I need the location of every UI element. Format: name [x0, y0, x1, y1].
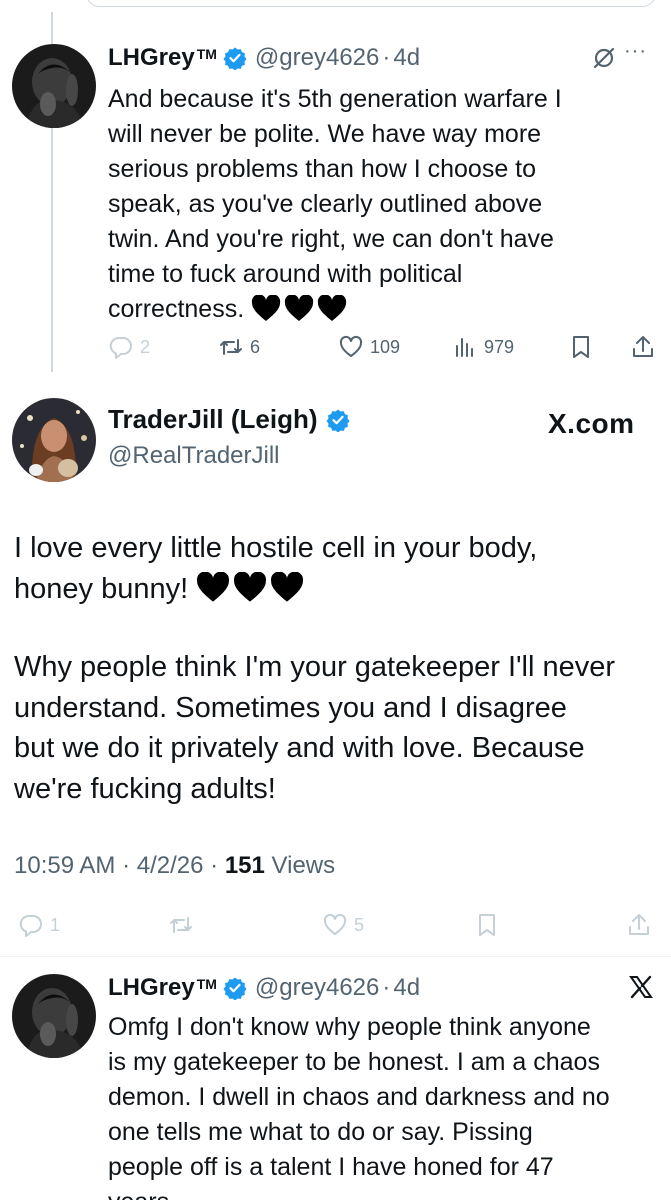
avatar-lhgrey[interactable] — [12, 974, 96, 1058]
reply-count: 1 — [50, 914, 61, 935]
avatar-lhgrey[interactable] — [12, 44, 96, 128]
bookmark-icon — [573, 336, 589, 358]
black-heart-emoji — [196, 571, 230, 603]
bookmark-button[interactable] — [474, 912, 500, 938]
separator: · — [122, 852, 131, 879]
divider — [0, 956, 671, 957]
reply-icon — [109, 336, 132, 359]
display-name[interactable]: TraderJill (Leigh) — [108, 404, 318, 435]
main-author-row: TraderJill (Leigh) — [108, 404, 358, 435]
views-icon — [456, 338, 473, 357]
verified-badge-icon — [326, 408, 350, 432]
bookmark-icon — [479, 914, 495, 936]
like-button[interactable]: 5 — [322, 912, 364, 938]
verified-badge-icon — [223, 46, 247, 70]
share-button[interactable] — [626, 912, 652, 938]
previous-tweet-card — [86, 0, 656, 7]
grok-icon[interactable] — [592, 46, 616, 75]
black-heart-emoji — [251, 295, 281, 322]
more-icon[interactable]: ··· — [624, 40, 647, 63]
heart-icon — [339, 335, 363, 357]
reply-icon — [19, 914, 42, 937]
separator: · — [210, 852, 219, 879]
source-badge: X.com — [548, 408, 635, 439]
black-heart-emoji — [270, 571, 304, 603]
reply-button[interactable]: 1 — [18, 912, 60, 938]
black-heart-emoji — [284, 295, 314, 322]
reply-count: 2 — [140, 336, 151, 357]
like-count: 5 — [354, 914, 365, 935]
heart-icon — [323, 913, 347, 935]
like-button[interactable]: 109 — [338, 334, 400, 360]
reply-button[interactable]: 2 — [108, 334, 150, 360]
main-paragraph-2: Why people think I'm your gatekeeper I'l… — [14, 651, 616, 805]
share-button[interactable] — [630, 334, 656, 360]
repost-button[interactable] — [168, 912, 194, 938]
handle[interactable]: @grey4626 — [255, 974, 379, 1002]
repost-button[interactable]: 6 — [218, 334, 260, 360]
avatar-traderjill[interactable] — [12, 398, 96, 482]
views-label: Views — [271, 852, 336, 879]
timestamp[interactable]: 4d — [393, 44, 420, 72]
repost-icon — [170, 917, 192, 933]
like-count: 109 — [370, 336, 401, 357]
timestamp[interactable]: 4d — [393, 974, 420, 1002]
repost-icon — [220, 339, 242, 355]
handle[interactable]: @grey4626 — [255, 44, 379, 72]
view-count: 979 — [484, 336, 515, 357]
x-logo-icon — [628, 974, 654, 1005]
views-button[interactable]: 979 — [452, 334, 514, 360]
reply2-header: LHGrey TM @grey4626 · 4d — [108, 974, 420, 1002]
handle[interactable]: @RealTraderJill — [108, 442, 280, 470]
trademark-mark: TM — [196, 46, 217, 62]
main-paragraph-1: I love every little hostile cell in your… — [14, 528, 659, 609]
display-name[interactable]: LHGrey — [108, 44, 195, 72]
tweet-meta: 10:59 AM · 4/2/26 · 151 Views — [14, 852, 335, 880]
verified-badge-icon — [223, 976, 247, 1000]
black-heart-emoji — [317, 295, 347, 322]
tweet-date[interactable]: 4/2/26 — [137, 852, 204, 879]
display-name[interactable]: LHGrey — [108, 974, 195, 1002]
views-count: 151 — [224, 852, 265, 879]
reply2-text: Omfg I don't know why people think anyon… — [108, 1013, 610, 1200]
reply1-header: LHGrey TM @grey4626 · 4d — [108, 44, 420, 72]
trademark-mark: TM — [196, 976, 217, 992]
repost-count: 6 — [250, 336, 261, 357]
share-icon — [633, 336, 653, 357]
tweet-time[interactable]: 10:59 AM — [14, 852, 115, 879]
reply1-text: And because it's 5th generation warfare … — [108, 82, 658, 327]
share-icon — [629, 914, 649, 935]
separator: · — [382, 44, 391, 71]
tweet-body: And because it's 5th generation warfare … — [108, 85, 562, 323]
separator: · — [382, 974, 391, 1001]
bookmark-button[interactable] — [568, 334, 594, 360]
black-heart-emoji — [233, 571, 267, 603]
